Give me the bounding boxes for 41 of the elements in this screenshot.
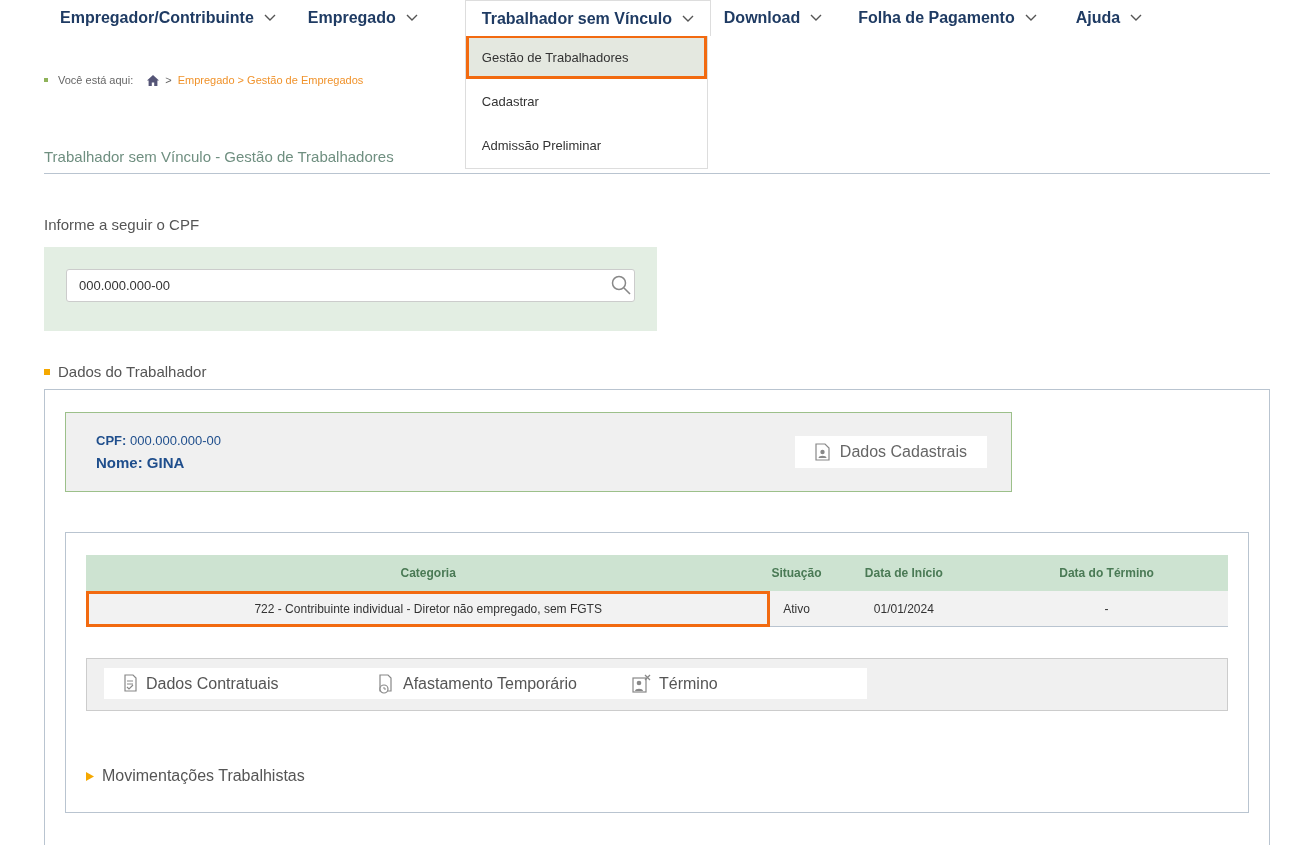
movements-toggle[interactable]: Movimentações Trabalhistas (86, 767, 305, 785)
document-clock-icon (377, 673, 395, 694)
nav-menu-item[interactable]: Empregado (291, 0, 434, 36)
nav-menu-item[interactable]: Ajuda (1059, 0, 1159, 36)
cpf-search-field[interactable]: 000.000.000-00 (66, 269, 635, 302)
table-cell: - (985, 591, 1228, 627)
cpf-prompt: Informe a seguir o CPF (44, 216, 201, 233)
chevron-down-icon (1130, 14, 1143, 22)
column-header: Situação (770, 555, 823, 591)
search-icon[interactable] (611, 275, 631, 295)
table-cell: 01/01/2024 (822, 591, 986, 627)
worker-name: Nome: GINA (96, 454, 186, 471)
action-button[interactable]: Afastamento Temporário (359, 668, 614, 699)
registration-data-button[interactable]: Dados Cadastrais (794, 436, 987, 468)
chevron-down-icon (682, 14, 695, 23)
table-cell: 722 - Contribuinte individual - Diretor não empregado, sem FGTS (86, 591, 771, 627)
home-icon[interactable] (147, 74, 160, 86)
chevron-down-icon (1024, 14, 1037, 22)
action-button[interactable]: Dados Contratuais (104, 668, 359, 699)
document-check-icon (122, 674, 138, 693)
chevron-down-icon (405, 14, 418, 22)
worker-cpf: CPF: 000.000.000-00 (96, 433, 222, 448)
chevron-down-icon (263, 14, 276, 22)
triangle-icon (86, 771, 94, 781)
dropdown-menu-item[interactable]: Gestão de Trabalhadores (465, 35, 707, 79)
chevron-down-icon (810, 14, 823, 22)
breadcrumb-separator: > (165, 74, 172, 86)
table-cell: Ativo (770, 591, 823, 627)
section-marker-icon (44, 368, 50, 375)
action-button[interactable]: Término (614, 668, 736, 699)
bullet-icon (44, 78, 48, 82)
column-header: Data do Término (985, 555, 1228, 591)
nav-menu-item[interactable]: Trabalhador sem Vínculo (464, 0, 712, 36)
nav-menu-item[interactable]: Empregador/Contribuinte (44, 0, 292, 36)
breadcrumb-label: Você está aqui: (58, 74, 134, 86)
person-document-icon (814, 443, 830, 461)
section-title: Dados do Trabalhador (58, 363, 207, 380)
column-header: Categoria (86, 555, 771, 591)
column-header: Data de Início (822, 555, 986, 591)
nav-menu-item[interactable]: Folha de Pagamento (842, 0, 1053, 36)
person-card-x-icon (632, 674, 651, 693)
